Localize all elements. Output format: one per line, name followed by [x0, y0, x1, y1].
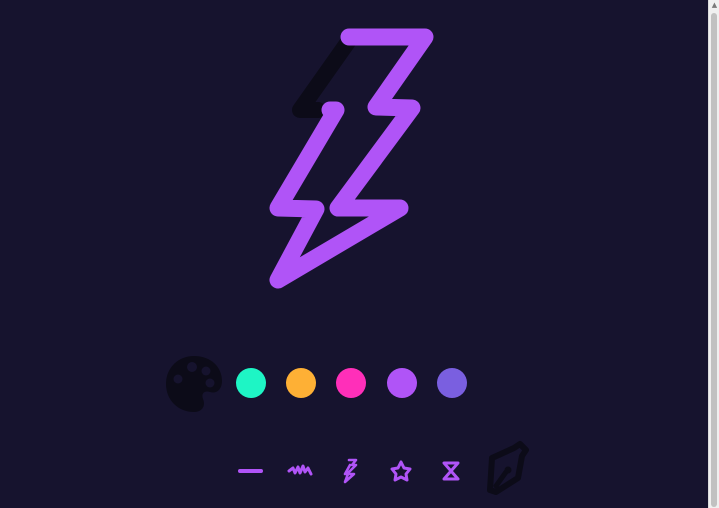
palette-icon[interactable] [164, 354, 224, 414]
vertical-scrollbar[interactable]: ▲ [708, 0, 719, 508]
pen-tool-icon[interactable] [484, 440, 532, 498]
line-tool-icon[interactable] [235, 456, 265, 486]
lightning-bolt-stroke [269, 28, 434, 289]
swatch-purple[interactable] [387, 368, 417, 398]
canvas-drawing [269, 28, 434, 289]
star-tool-icon[interactable] [386, 456, 416, 486]
drawing-app: ▲ [0, 0, 719, 508]
shadow-stroke [292, 34, 356, 118]
tool-bar [230, 440, 540, 500]
scribble-tool-icon[interactable] [285, 456, 315, 486]
swatch-orange[interactable] [286, 368, 316, 398]
scroll-up-arrow-icon[interactable]: ▲ [710, 0, 719, 11]
color-palette [164, 354, 484, 414]
swatch-teal[interactable] [236, 368, 266, 398]
swatch-indigo[interactable] [437, 368, 467, 398]
hourglass-tool-icon[interactable] [436, 456, 466, 486]
swatch-pink[interactable] [336, 368, 366, 398]
zigzag-tool-icon[interactable] [335, 456, 365, 486]
scrollbar-thumb[interactable] [711, 13, 717, 507]
drawing-canvas[interactable] [0, 0, 708, 508]
